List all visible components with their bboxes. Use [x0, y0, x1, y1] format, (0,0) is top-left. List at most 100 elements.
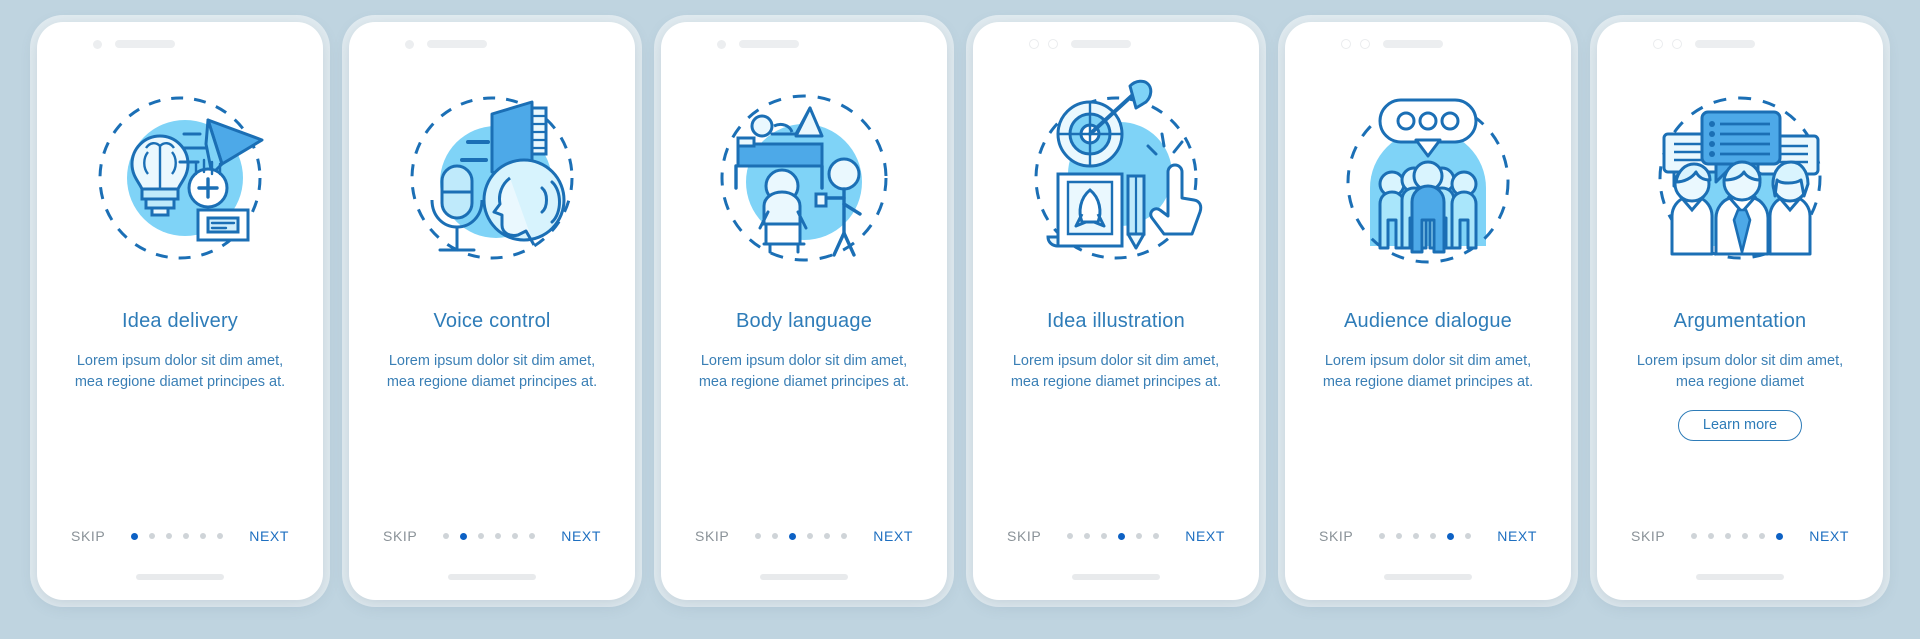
camera-ring-icon — [1653, 39, 1663, 49]
camera-dot-icon — [93, 39, 102, 49]
pagination-dot[interactable] — [824, 533, 831, 539]
pagination-dot[interactable] — [149, 533, 156, 539]
pagination-dots — [1379, 532, 1472, 540]
onboarding-nav: SKIP NEXT — [1597, 528, 1883, 544]
screen-description: Lorem ipsum dolor sit dim amet, mea regi… — [1010, 353, 1222, 390]
pagination-dot[interactable] — [217, 533, 224, 539]
onboarding-nav: SKIP NEXT — [973, 528, 1259, 544]
onboarding-screen-argumentation: Argumentation Lorem ipsum dolor sit dim a… — [1597, 22, 1883, 600]
home-indicator-bar — [1384, 574, 1472, 580]
crowd-speech-bubble-icon — [1346, 98, 1510, 264]
onboarding-nav: SKIP NEXT — [37, 528, 323, 544]
skip-button[interactable]: SKIP — [1631, 528, 1665, 544]
target-dart-rocket-sketch-icon — [1034, 79, 1203, 260]
next-button[interactable]: NEXT — [1809, 528, 1849, 544]
onboarding-nav: SKIP NEXT — [1285, 528, 1571, 544]
pagination-dots — [755, 532, 848, 540]
pagination-dot[interactable] — [443, 533, 450, 539]
skip-button[interactable]: SKIP — [71, 528, 105, 544]
phone-status-notch — [661, 22, 947, 66]
pagination-dot[interactable] — [1396, 533, 1403, 539]
pagination-dot[interactable] — [183, 533, 190, 539]
speaker-grill-icon — [1695, 40, 1755, 48]
pagination-dot[interactable] — [529, 533, 536, 539]
pagination-dot[interactable] — [807, 533, 814, 539]
home-indicator-bar — [136, 574, 224, 580]
pagination-dot-active[interactable] — [789, 532, 797, 540]
pagination-dot[interactable] — [1136, 533, 1143, 539]
pagination-dot[interactable] — [1101, 533, 1108, 539]
pagination-dot[interactable] — [512, 533, 519, 539]
onboarding-screen-idea-illustration: Idea illustration Lorem ipsum dolor sit d… — [973, 22, 1259, 600]
pagination-dot[interactable] — [1465, 533, 1472, 539]
pagination-dots — [1691, 532, 1784, 540]
illustration-area — [661, 72, 947, 284]
phone-status-notch — [37, 22, 323, 66]
pagination-dot[interactable] — [478, 533, 485, 539]
camera-ring-icon — [1341, 39, 1351, 49]
pagination-dot[interactable] — [1725, 533, 1732, 539]
camera-ring-icon — [1029, 39, 1039, 49]
camera-dot-icon — [717, 39, 726, 49]
pagination-dot[interactable] — [495, 533, 502, 539]
pagination-dot[interactable] — [1067, 533, 1074, 539]
pagination-dot[interactable] — [200, 533, 207, 539]
phone-status-notch — [1597, 22, 1883, 66]
pagination-dot[interactable] — [166, 533, 173, 539]
next-button[interactable]: NEXT — [873, 528, 913, 544]
screen-title: Body language — [735, 310, 873, 332]
onboarding-screens-board: Idea delivery Lorem ipsum dolor sit dim a… — [0, 0, 1920, 639]
speaker-grill-icon — [1071, 40, 1131, 48]
megaphone-microphone-speaking-head-icon — [410, 96, 574, 260]
next-button[interactable]: NEXT — [1497, 528, 1537, 544]
pagination-dot[interactable] — [841, 533, 848, 539]
screen-title: Idea illustration — [1047, 310, 1185, 332]
pagination-dot-active[interactable] — [1776, 532, 1784, 540]
two-people-posture-icon — [720, 94, 888, 262]
home-indicator-bar — [1072, 574, 1160, 580]
screen-title: Voice control — [433, 310, 551, 332]
skip-button[interactable]: SKIP — [695, 528, 729, 544]
pagination-dot[interactable] — [772, 533, 779, 539]
pagination-dot-active[interactable] — [131, 532, 139, 540]
pagination-dot[interactable] — [1742, 533, 1749, 539]
illustration-area — [1597, 72, 1883, 284]
next-button[interactable]: NEXT — [561, 528, 601, 544]
skip-button[interactable]: SKIP — [383, 528, 417, 544]
camera-dot-icon — [405, 39, 414, 49]
screen-title: Idea delivery — [122, 310, 238, 332]
screen-description: Lorem ipsum dolor sit dim amet, mea regi… — [74, 353, 286, 390]
phone-status-notch — [1285, 22, 1571, 66]
onboarding-nav: SKIP NEXT — [661, 528, 947, 544]
home-indicator-bar — [1696, 574, 1784, 580]
illustration-area — [349, 72, 635, 284]
speaker-grill-icon — [1383, 40, 1443, 48]
phone-status-notch — [349, 22, 635, 66]
onboarding-screen-body-language: Body language Lorem ipsum dolor sit dim a… — [661, 22, 947, 600]
learn-more-button[interactable]: Learn more — [1677, 410, 1803, 441]
pagination-dot[interactable] — [755, 533, 762, 539]
skip-button[interactable]: SKIP — [1319, 528, 1353, 544]
pagination-dot[interactable] — [1379, 533, 1386, 539]
speaker-grill-icon — [115, 40, 175, 48]
screen-description: Lorem ipsum dolor sit dim amet, mea regi… — [386, 353, 598, 390]
pagination-dot[interactable] — [1691, 533, 1698, 539]
pagination-dot[interactable] — [1084, 533, 1091, 539]
sensor-ring-icon — [1048, 39, 1058, 49]
pagination-dot-active[interactable] — [460, 532, 468, 540]
illustration-area — [37, 72, 323, 284]
pagination-dot-active[interactable] — [1447, 532, 1455, 540]
three-people-chat-bubbles-icon — [1658, 96, 1822, 260]
pagination-dot[interactable] — [1759, 533, 1766, 539]
pagination-dot[interactable] — [1708, 533, 1715, 539]
onboarding-screen-voice-control: Voice control Lorem ipsum dolor sit dim a… — [349, 22, 635, 600]
next-button[interactable]: NEXT — [1185, 528, 1225, 544]
pagination-dot[interactable] — [1153, 533, 1160, 539]
next-button[interactable]: NEXT — [249, 528, 289, 544]
screen-title: Audience dialogue — [1344, 310, 1512, 332]
pagination-dot[interactable] — [1430, 533, 1437, 539]
pagination-dots — [443, 532, 536, 540]
pagination-dot-active[interactable] — [1118, 532, 1126, 540]
skip-button[interactable]: SKIP — [1007, 528, 1041, 544]
pagination-dot[interactable] — [1413, 533, 1420, 539]
